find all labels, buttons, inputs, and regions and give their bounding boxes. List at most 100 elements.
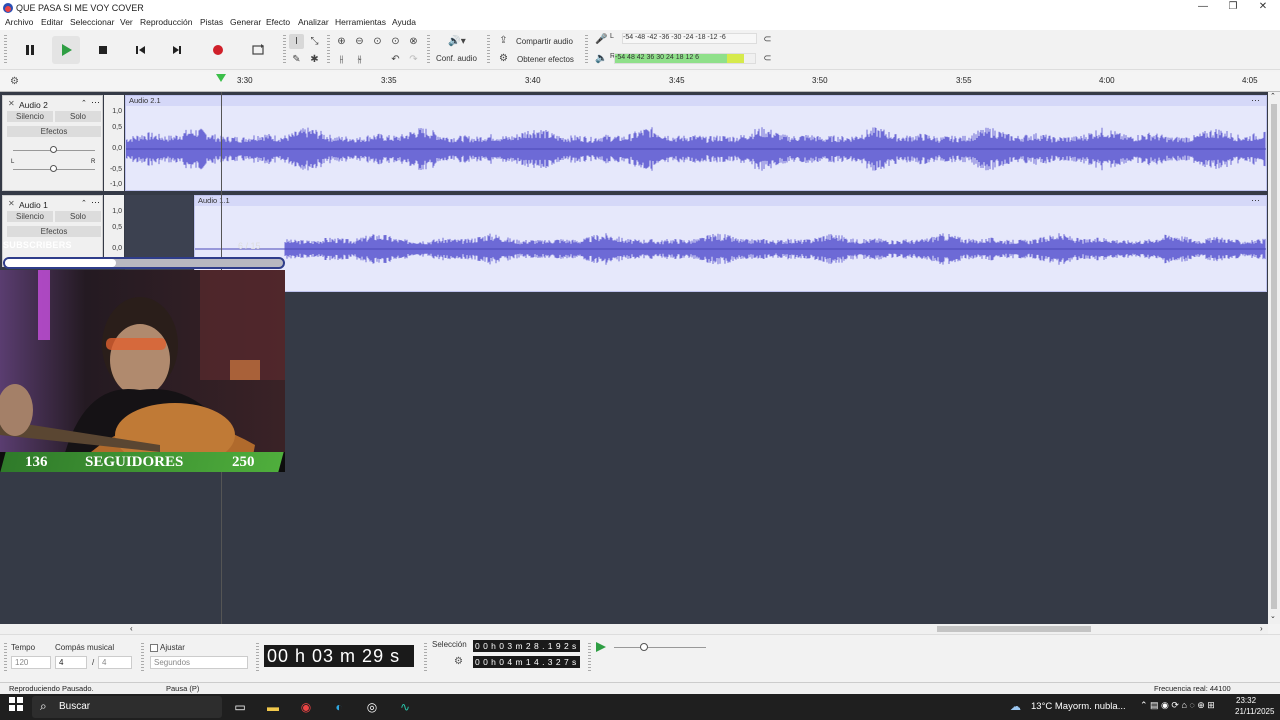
play-at-speed-icon[interactable] [594,640,608,654]
zoom-toggle-icon[interactable]: ⊗ [406,34,421,49]
horizontal-scroll-thumb[interactable] [937,626,1091,632]
trim-icon[interactable]: ⫲ [334,52,349,67]
audacity-taskbar-icon[interactable]: ◉ [296,697,316,717]
track-menu-icon[interactable]: ⋯ [91,197,100,208]
windows-start-icon[interactable] [6,697,26,717]
toolbar-grip[interactable] [585,35,588,65]
toolbar-grip[interactable] [4,35,7,65]
file-explorer-icon[interactable]: ▬ [263,697,283,717]
playhead-marker-icon[interactable] [215,73,227,83]
toolbar-grip[interactable] [141,643,144,671]
envelope-tool-icon[interactable]: ⤡ [307,34,322,49]
play-button[interactable] [52,36,80,64]
menu-archivo[interactable]: Archivo [5,17,33,27]
audio-clip[interactable]: Audio 2.1 ⋯ [125,95,1267,191]
vertical-scale[interactable]: 1,0 0,5 0,0 -0,5 -1,0 [104,95,124,191]
play-meter-options-icon[interactable]: ⊂ [760,51,775,66]
pan-slider-knob[interactable] [50,165,57,172]
scroll-left-icon[interactable]: ‹ [130,624,133,633]
undo-icon[interactable]: ↶ [388,52,403,67]
audio-setup-label[interactable]: Conf. audio [436,54,477,63]
selection-settings-icon[interactable]: ⚙ [454,656,463,667]
obs-icon[interactable]: ◎ [362,697,382,717]
multi-tool-icon[interactable]: ✱ [307,52,322,67]
scroll-down-icon[interactable]: ⌄ [1270,612,1276,620]
snap-unit-select[interactable]: Segundos [150,656,248,669]
playback-meter[interactable]: -54 48 42 36 30 24 18 12 6 [614,53,756,64]
redo-icon[interactable]: ↷ [406,52,421,67]
clock-date[interactable]: 21/11/2025 [1235,707,1274,716]
minimize-button[interactable]: — [1188,0,1218,16]
time-signature-denominator[interactable]: 4 [98,656,132,669]
get-effects-label[interactable]: Obtener efectos [517,55,574,64]
gain-slider-knob[interactable] [50,146,57,153]
timeline-settings-icon[interactable]: ⚙ [10,76,19,87]
menu-seleccionar[interactable]: Seleccionar [70,17,114,27]
toolbar-grip[interactable] [256,643,259,671]
track-name[interactable]: Audio 1 [19,200,48,210]
skip-end-button[interactable] [163,36,191,64]
stop-button[interactable] [89,36,117,64]
solo-button[interactable]: Solo [55,211,101,222]
pause-button[interactable] [16,36,44,64]
audio-clip[interactable]: Audio 1.1 ⋯ [194,195,1267,292]
get-effects-icon[interactable]: ⚙ [496,51,511,66]
tempo-input[interactable]: 120 [11,656,51,669]
menu-ayuda[interactable]: Ayuda [392,17,416,27]
restore-button[interactable]: ❐ [1218,0,1248,16]
share-audio-label[interactable]: Compartir audio [516,37,573,46]
silence-icon[interactable]: ⫳ [352,52,367,67]
snap-checkbox[interactable] [150,644,158,652]
clip-menu-icon[interactable]: ⋯ [1251,95,1260,105]
collapse-icon[interactable]: ⌃ [81,199,87,207]
clock-time[interactable]: 23:32 [1236,696,1256,705]
menu-editar[interactable]: Editar [41,17,63,27]
speaker-icon[interactable]: 🔈 [594,51,609,66]
time-signature-numerator[interactable]: 4 [55,656,87,669]
toolbar-grip[interactable] [588,643,591,671]
close-button[interactable]: ✕ [1248,0,1278,16]
loop-button[interactable] [244,36,272,64]
skip-start-button[interactable] [126,36,154,64]
toolbar-grip[interactable] [4,643,7,671]
timeline-ruler[interactable]: ⚙ 3:30 3:35 3:40 3:45 3:50 3:55 4:00 4:0… [0,72,1280,92]
record-button[interactable] [204,36,232,64]
mute-button[interactable]: Silencio [7,211,53,222]
waveform[interactable] [195,206,1266,291]
menu-ver[interactable]: Ver [120,17,133,27]
clip-menu-icon[interactable]: ⋯ [1251,195,1260,205]
close-track-icon[interactable]: ✕ [8,99,15,108]
solo-button[interactable]: Solo [55,111,101,122]
collapse-icon[interactable]: ⌃ [81,99,87,107]
menu-herramientas[interactable]: Herramientas [335,17,386,27]
vertical-scroll-thumb[interactable] [1271,104,1277,609]
edge-icon[interactable]: ◐ [329,697,349,717]
toolbar-grip[interactable] [424,643,427,671]
draw-tool-icon[interactable]: ✎ [289,52,304,67]
close-track-icon[interactable]: ✕ [8,199,15,208]
record-meter[interactable]: -54 -48 -42 -36 -30 -24 -18 -12 -6 [622,33,757,44]
mute-button[interactable]: Silencio [7,111,53,122]
effects-button[interactable]: Efectos [7,126,101,137]
taskbar-search[interactable]: ⌕ Buscar [32,696,222,718]
clip-header[interactable]: Audio 2.1 ⋯ [126,95,1266,106]
zoom-selection-icon[interactable]: ⊙ [370,34,385,49]
menu-generar[interactable]: Generar [230,17,261,27]
waveform[interactable] [126,106,1266,190]
menu-efecto[interactable]: Efecto [266,17,290,27]
toolbar-grip[interactable] [487,35,490,65]
menu-pistas[interactable]: Pistas [200,17,223,27]
menu-analizar[interactable]: Analizar [298,17,329,27]
playback-speed-knob[interactable] [640,643,648,651]
playback-speed-slider[interactable] [614,647,706,648]
zoom-in-icon[interactable]: ⊕ [334,34,349,49]
track-control-panel[interactable]: ✕ Audio 2 ⌃ ⋯ Silencio Solo Efectos L R [2,95,103,191]
selection-tool-icon[interactable]: I [289,34,304,49]
zoom-out-icon[interactable]: ⊖ [352,34,367,49]
clip-header[interactable]: Audio 1.1 ⋯ [195,195,1266,206]
scroll-right-icon[interactable]: › [1260,624,1263,633]
selection-start-time[interactable]: 0 0 h 0 3 m 2 8 . 1 9 2 s [473,640,580,652]
toolbar-grip[interactable] [327,35,330,65]
weather-text[interactable]: 13°C Mayorm. nubla... [1031,701,1126,712]
app-icon[interactable]: ∿ [395,697,415,717]
